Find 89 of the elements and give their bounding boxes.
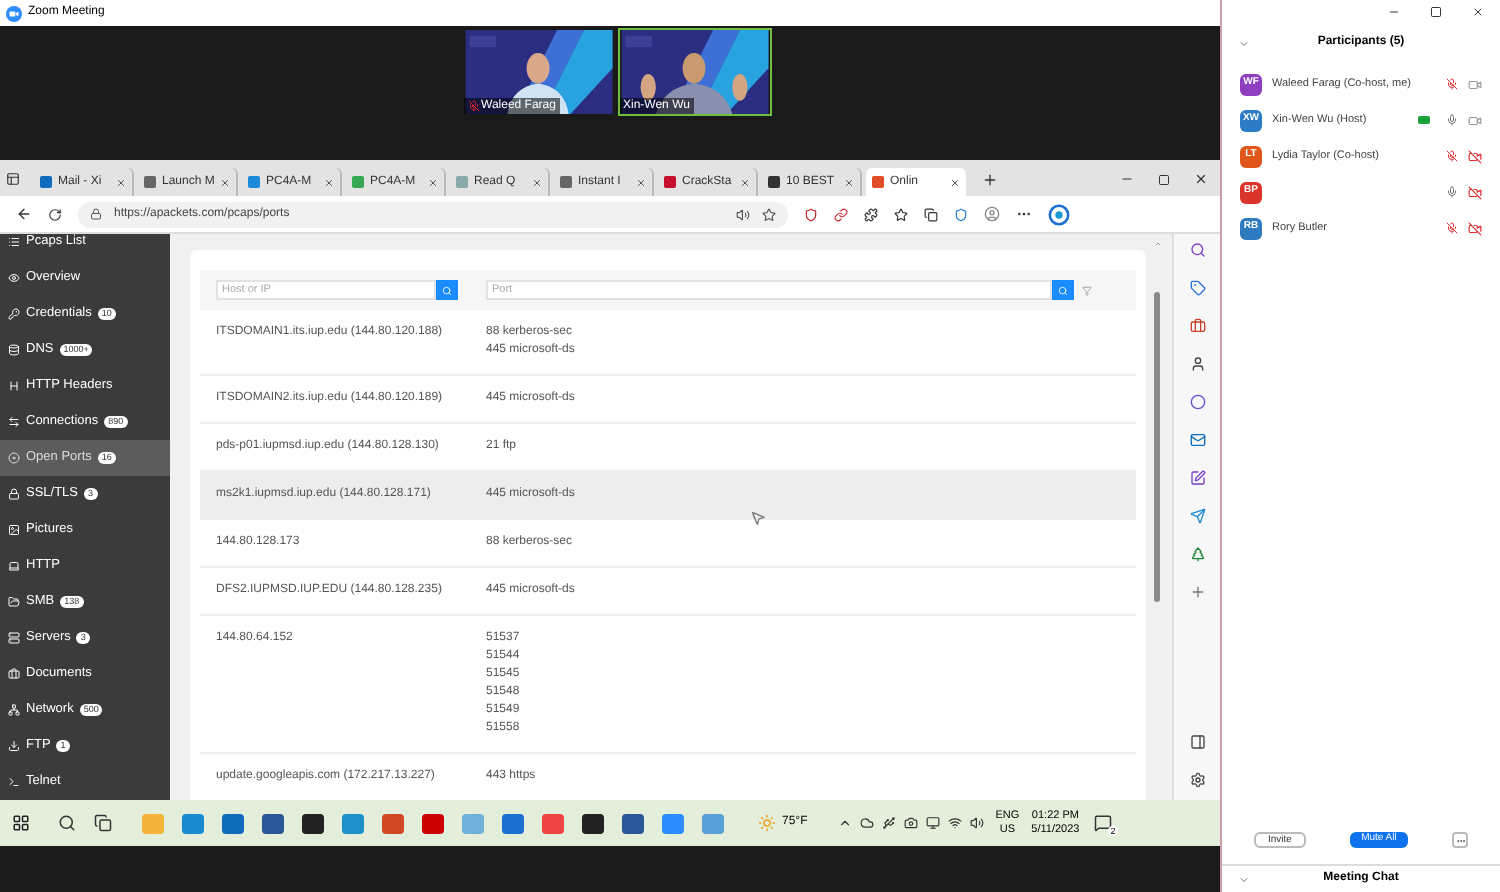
close-icon[interactable] (1194, 172, 1208, 186)
search-icon (442, 285, 452, 295)
favicon-icon (560, 176, 572, 188)
shield-icon[interactable] (954, 207, 968, 221)
favicon-icon (872, 176, 884, 188)
search-icon[interactable] (1189, 242, 1205, 258)
star-icon[interactable] (762, 207, 776, 221)
image-icon (8, 524, 20, 536)
list-icon (8, 236, 20, 248)
video-icon[interactable] (1468, 77, 1482, 91)
monitor-icon[interactable] (925, 816, 940, 830)
favicon-icon (664, 176, 676, 188)
maximize-icon[interactable] (1158, 174, 1170, 186)
person-icon[interactable] (1189, 356, 1205, 372)
new-tab-icon[interactable] (982, 172, 998, 188)
app-icon[interactable] (302, 813, 324, 833)
lock-icon (90, 208, 102, 220)
volume-icon[interactable] (969, 816, 984, 830)
cloud-icon[interactable] (859, 816, 874, 830)
mic-icon[interactable] (1446, 186, 1458, 198)
arrows-icon (8, 416, 20, 428)
database-icon (8, 344, 20, 356)
add-icon[interactable] (1189, 584, 1205, 600)
mail-icon[interactable] (1189, 432, 1205, 448)
minimize-icon[interactable] (1388, 6, 1400, 18)
muted-mic-icon[interactable] (1446, 78, 1458, 90)
notification-icon[interactable] (1093, 814, 1112, 832)
more-button[interactable] (1452, 832, 1468, 848)
puzzle-icon[interactable] (864, 207, 878, 221)
refresh-icon[interactable] (48, 207, 62, 221)
video-off-icon[interactable] (1468, 185, 1482, 199)
app-icon[interactable] (622, 813, 644, 833)
key-icon (8, 308, 20, 320)
profile-icon[interactable] (984, 206, 1000, 222)
collections-icon[interactable] (924, 207, 938, 221)
close-icon[interactable] (1472, 6, 1484, 18)
favicon-icon (352, 176, 364, 188)
panel-icon[interactable] (1189, 734, 1205, 750)
back-icon[interactable] (16, 206, 32, 222)
wifi-icon[interactable] (947, 816, 962, 830)
link-icon[interactable] (834, 207, 848, 221)
lock-icon (8, 488, 20, 500)
settings-icon[interactable] (1189, 772, 1205, 788)
muted-mic-icon[interactable] (1446, 150, 1458, 162)
disc-icon (8, 452, 20, 464)
usb-icon[interactable] (881, 816, 896, 830)
shield-icon[interactable] (804, 207, 818, 221)
muted-mic-icon[interactable] (1446, 222, 1458, 234)
favicon-icon (768, 176, 780, 188)
favicon-icon (456, 176, 468, 188)
favicon-icon (144, 176, 156, 188)
folder-icon (8, 596, 20, 608)
download-icon (8, 740, 20, 752)
favicon-icon (248, 176, 260, 188)
app-icon[interactable] (582, 813, 604, 833)
video-off-icon[interactable] (1468, 149, 1482, 163)
speaker-icon[interactable] (736, 207, 750, 221)
favicon-icon (40, 176, 52, 188)
weather-icon (758, 814, 776, 832)
tab-actions-icon[interactable] (6, 172, 20, 186)
heading-icon (8, 380, 20, 392)
zoom-logo-icon (6, 5, 22, 21)
tree-icon[interactable] (1189, 546, 1205, 562)
network-icon (8, 704, 20, 716)
pen-icon[interactable] (1189, 470, 1205, 486)
send-icon[interactable] (1189, 508, 1205, 524)
search-icon[interactable] (58, 814, 76, 832)
briefcase-icon[interactable] (1189, 318, 1205, 334)
mouse-cursor-icon (750, 510, 766, 526)
task-view-icon[interactable] (94, 814, 112, 832)
video-icon[interactable] (1468, 113, 1482, 127)
laptop-icon (8, 560, 20, 572)
minimize-icon[interactable] (1120, 172, 1134, 186)
circle-icon[interactable] (1189, 394, 1205, 410)
circle-logo-icon[interactable] (1048, 203, 1070, 225)
search-button[interactable] (436, 280, 458, 300)
star-icon[interactable] (894, 207, 908, 221)
tag-icon[interactable] (1189, 280, 1205, 296)
maximize-icon[interactable] (1430, 6, 1442, 18)
start-icon[interactable] (12, 814, 30, 832)
video-off-icon[interactable] (1468, 221, 1482, 235)
mic-icon[interactable] (1446, 114, 1458, 126)
terminal-icon (8, 776, 20, 788)
app-icon[interactable] (262, 813, 284, 833)
briefcase-icon (8, 668, 20, 680)
server-icon (8, 632, 20, 644)
camera-icon[interactable] (903, 816, 918, 830)
search-icon (1058, 285, 1068, 295)
eye-icon (8, 272, 20, 284)
